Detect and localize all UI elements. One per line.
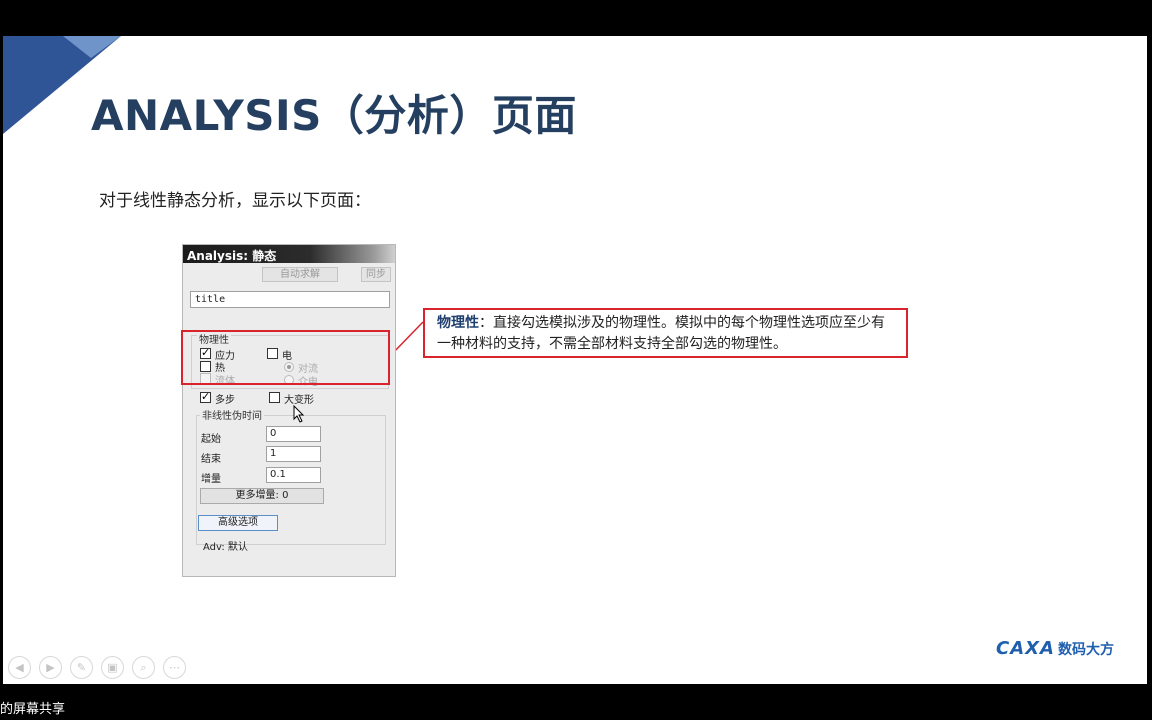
end-input[interactable]: 1 <box>266 446 321 462</box>
logo-brand: CAXA <box>996 638 1055 659</box>
dialog-title: Analysis: 静态 <box>183 245 395 263</box>
large-deformation-label: 大变形 <box>284 395 314 406</box>
physics-callout: 物理性：直接勾选模拟涉及的物理性。模拟中的每个物理性选项应至少有一种材料的支持，… <box>423 308 908 358</box>
auto-solve-button[interactable]: 自动求解 <box>262 267 338 282</box>
screen-share-label: 的屏幕共享 <box>0 702 66 717</box>
callout-connector <box>389 321 424 357</box>
advanced-options-button[interactable]: 高级选项 <box>198 515 278 531</box>
zoom-icon[interactable]: ⌕ <box>132 656 155 679</box>
callout-text: ：直接勾选模拟涉及的物理性。模拟中的每个物理性选项应至少有一种材料的支持，不需全… <box>437 315 885 352</box>
prev-icon[interactable]: ◀ <box>8 656 31 679</box>
top-black-bar <box>0 0 1152 36</box>
next-icon[interactable]: ▶ <box>39 656 62 679</box>
nonlinear-group-label: 非线性伪时间 <box>200 407 264 422</box>
multistep-label: 多步 <box>215 395 235 406</box>
increment-label: 增量 <box>201 474 221 485</box>
more-increments-button[interactable]: 更多增量: 0 <box>200 488 324 504</box>
start-label: 起始 <box>201 434 221 445</box>
pen-icon[interactable]: ✎ <box>70 656 93 679</box>
title-input[interactable]: title <box>190 291 390 308</box>
slides-icon[interactable]: ▣ <box>101 656 124 679</box>
more-icon[interactable]: ⋯ <box>163 656 186 679</box>
callout-term: 物理性 <box>437 315 479 331</box>
multistep-checkbox[interactable] <box>200 390 211 403</box>
slide: ANALYSIS（分析）页面 对于线性静态分析，显示以下页面： Analysis… <box>3 36 1147 684</box>
mouse-cursor-icon <box>293 405 305 423</box>
bottom-black-bar: 的屏幕共享 <box>0 684 1152 720</box>
analysis-dialog: Analysis: 静态 自动求解 同步 title 物理性 应力 电 热 对流… <box>182 244 396 577</box>
sync-button[interactable]: 同步 <box>361 267 391 282</box>
end-label: 结束 <box>201 454 221 465</box>
increment-input[interactable]: 0.1 <box>266 467 321 483</box>
large-deformation-checkbox[interactable] <box>269 392 280 403</box>
start-input[interactable]: 0 <box>266 426 321 442</box>
adv-status: Adv: 默认 <box>203 542 248 553</box>
physics-highlight-box <box>181 330 390 385</box>
caxa-logo: CAXA 数码大方 <box>996 638 1114 659</box>
logo-name: 数码大方 <box>1057 642 1114 658</box>
